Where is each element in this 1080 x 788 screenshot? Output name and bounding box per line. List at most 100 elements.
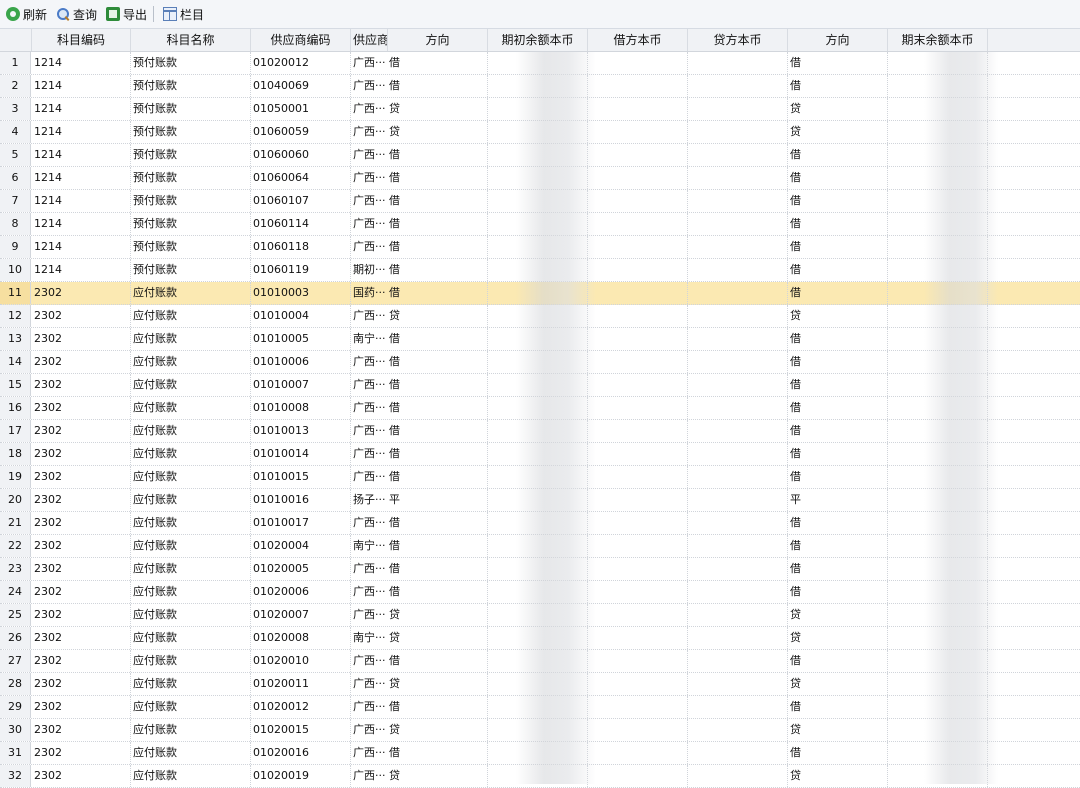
end-direction-cell[interactable]: 借 xyxy=(788,742,888,764)
supplier-cell[interactable]: 广西··· xyxy=(351,75,388,97)
supplier-code-cell[interactable]: 01060119 xyxy=(251,259,351,281)
supplier-cell[interactable]: 国药··· xyxy=(351,282,388,304)
debit-cell[interactable] xyxy=(588,121,688,143)
account-code-cell[interactable]: 2302 xyxy=(32,466,131,488)
debit-cell[interactable] xyxy=(588,75,688,97)
end-direction-cell[interactable]: 贷 xyxy=(788,121,888,143)
supplier-code-cell[interactable]: 01060060 xyxy=(251,144,351,166)
supplier-code-cell[interactable]: 01020012 xyxy=(251,696,351,718)
debit-cell[interactable] xyxy=(588,374,688,396)
credit-cell[interactable] xyxy=(688,305,788,327)
account-name-cell[interactable]: 应付账款 xyxy=(131,351,251,373)
account-code-cell[interactable]: 2302 xyxy=(32,305,131,327)
end-direction-cell[interactable]: 借 xyxy=(788,190,888,212)
supplier-code-cell[interactable]: 01010015 xyxy=(251,466,351,488)
debit-cell[interactable] xyxy=(588,305,688,327)
end-direction-cell[interactable]: 借 xyxy=(788,236,888,258)
debit-cell[interactable] xyxy=(588,466,688,488)
account-name-cell[interactable]: 应付账款 xyxy=(131,558,251,580)
direction-cell[interactable]: 借 xyxy=(388,190,488,212)
credit-cell[interactable] xyxy=(688,121,788,143)
credit-cell[interactable] xyxy=(688,443,788,465)
debit-cell[interactable] xyxy=(588,236,688,258)
account-name-cell[interactable]: 应付账款 xyxy=(131,627,251,649)
account-name-cell[interactable]: 应付账款 xyxy=(131,581,251,603)
row-number-cell[interactable]: 14 xyxy=(0,351,31,373)
end-direction-cell[interactable]: 借 xyxy=(788,558,888,580)
account-code-cell[interactable]: 2302 xyxy=(32,282,131,304)
account-code-cell[interactable]: 1214 xyxy=(32,144,131,166)
supplier-cell[interactable]: 扬子··· xyxy=(351,489,388,511)
header-opening-balance[interactable]: 期初余额本币 xyxy=(488,29,588,51)
credit-cell[interactable] xyxy=(688,558,788,580)
row-number-cell[interactable]: 3 xyxy=(0,98,31,120)
supplier-cell[interactable]: 广西··· xyxy=(351,167,388,189)
account-name-cell[interactable]: 预付账款 xyxy=(131,98,251,120)
direction-cell[interactable]: 借 xyxy=(388,144,488,166)
account-code-cell[interactable]: 1214 xyxy=(32,52,131,74)
debit-cell[interactable] xyxy=(588,213,688,235)
end-direction-cell[interactable]: 借 xyxy=(788,696,888,718)
debit-cell[interactable] xyxy=(588,512,688,534)
row-number-cell[interactable]: 7 xyxy=(0,190,31,212)
end-direction-cell[interactable]: 贷 xyxy=(788,627,888,649)
debit-cell[interactable] xyxy=(588,328,688,350)
header-end-direction[interactable]: 方向 xyxy=(788,29,888,51)
credit-cell[interactable] xyxy=(688,650,788,672)
supplier-cell[interactable]: 南宁··· xyxy=(351,328,388,350)
credit-cell[interactable] xyxy=(688,673,788,695)
credit-cell[interactable] xyxy=(688,489,788,511)
direction-cell[interactable]: 借 xyxy=(388,581,488,603)
account-code-cell[interactable]: 2302 xyxy=(32,374,131,396)
direction-cell[interactable]: 贷 xyxy=(388,604,488,626)
supplier-cell[interactable]: 广西··· xyxy=(351,236,388,258)
account-code-cell[interactable]: 2302 xyxy=(32,397,131,419)
direction-cell[interactable]: 借 xyxy=(388,512,488,534)
debit-cell[interactable] xyxy=(588,190,688,212)
account-code-cell[interactable]: 2302 xyxy=(32,558,131,580)
credit-cell[interactable] xyxy=(688,52,788,74)
direction-cell[interactable]: 借 xyxy=(388,397,488,419)
supplier-code-cell[interactable]: 01010017 xyxy=(251,512,351,534)
row-number-cell[interactable]: 1 xyxy=(0,52,31,74)
end-direction-cell[interactable]: 借 xyxy=(788,52,888,74)
supplier-code-cell[interactable]: 01010016 xyxy=(251,489,351,511)
supplier-cell[interactable]: 广西··· xyxy=(351,52,388,74)
direction-cell[interactable]: 借 xyxy=(388,236,488,258)
row-number-cell[interactable]: 17 xyxy=(0,420,31,442)
end-direction-cell[interactable]: 借 xyxy=(788,443,888,465)
supplier-code-cell[interactable]: 01010005 xyxy=(251,328,351,350)
debit-cell[interactable] xyxy=(588,719,688,741)
row-number-cell[interactable]: 18 xyxy=(0,443,31,465)
direction-cell[interactable]: 贷 xyxy=(388,98,488,120)
end-direction-cell[interactable]: 贷 xyxy=(788,98,888,120)
account-code-cell[interactable]: 1214 xyxy=(32,213,131,235)
supplier-code-cell[interactable]: 01020015 xyxy=(251,719,351,741)
account-name-cell[interactable]: 预付账款 xyxy=(131,213,251,235)
debit-cell[interactable] xyxy=(588,420,688,442)
credit-cell[interactable] xyxy=(688,719,788,741)
supplier-code-cell[interactable]: 01010006 xyxy=(251,351,351,373)
account-code-cell[interactable]: 2302 xyxy=(32,696,131,718)
supplier-cell[interactable]: 期初··· xyxy=(351,259,388,281)
direction-cell[interactable]: 借 xyxy=(388,52,488,74)
debit-cell[interactable] xyxy=(588,673,688,695)
debit-cell[interactable] xyxy=(588,98,688,120)
account-name-cell[interactable]: 应付账款 xyxy=(131,742,251,764)
debit-cell[interactable] xyxy=(588,558,688,580)
end-direction-cell[interactable]: 贷 xyxy=(788,305,888,327)
row-number-cell[interactable]: 25 xyxy=(0,604,31,626)
query-button[interactable]: 查询 xyxy=(53,3,100,25)
credit-cell[interactable] xyxy=(688,742,788,764)
supplier-cell[interactable]: 广西··· xyxy=(351,190,388,212)
credit-cell[interactable] xyxy=(688,282,788,304)
supplier-cell[interactable]: 广西··· xyxy=(351,696,388,718)
direction-cell[interactable]: 平 xyxy=(388,489,488,511)
supplier-code-cell[interactable]: 01010013 xyxy=(251,420,351,442)
refresh-button[interactable]: 刷新 xyxy=(3,3,50,25)
account-code-cell[interactable]: 2302 xyxy=(32,328,131,350)
supplier-code-cell[interactable]: 01020004 xyxy=(251,535,351,557)
supplier-cell[interactable]: 广西··· xyxy=(351,305,388,327)
direction-cell[interactable]: 借 xyxy=(388,282,488,304)
supplier-code-cell[interactable]: 01020011 xyxy=(251,673,351,695)
